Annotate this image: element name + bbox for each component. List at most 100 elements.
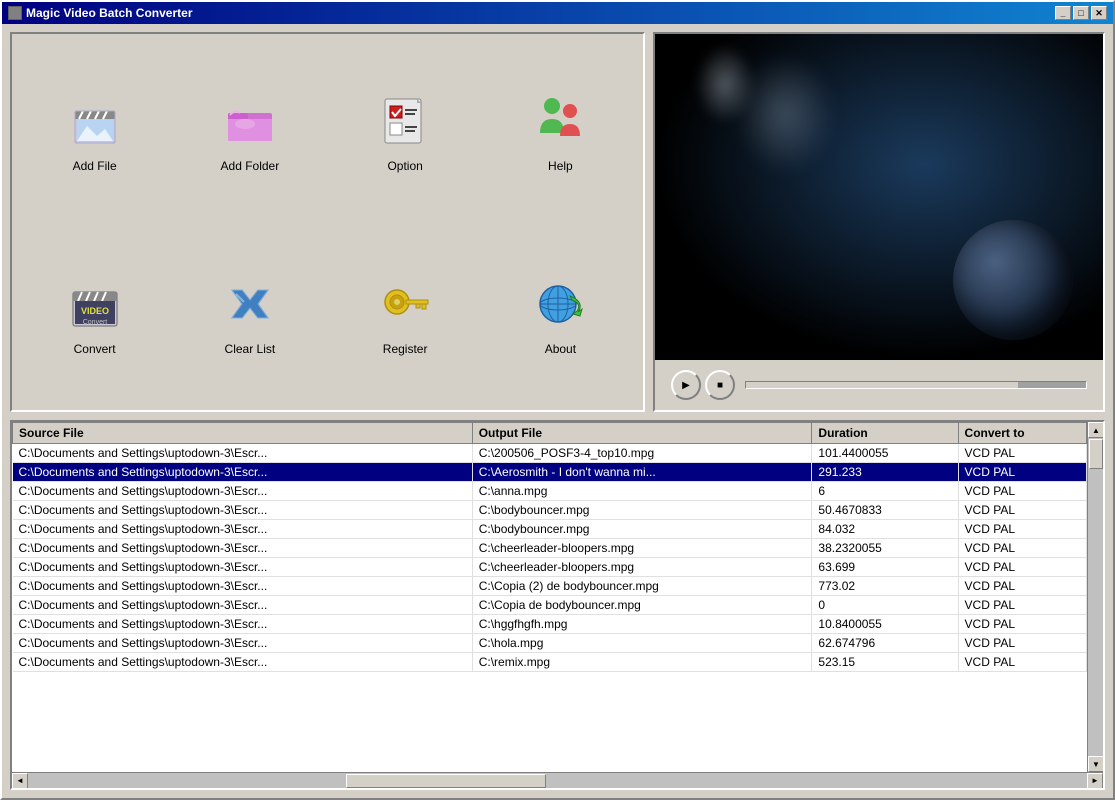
cell-duration: 62.674796 xyxy=(812,634,958,653)
help-button[interactable]: Help xyxy=(520,81,600,181)
cell-source: C:\Documents and Settings\uptodown-3\Esc… xyxy=(13,520,473,539)
cell-source: C:\Documents and Settings\uptodown-3\Esc… xyxy=(13,463,473,482)
table-row[interactable]: C:\Documents and Settings\uptodown-3\Esc… xyxy=(13,501,1087,520)
convert-label: Convert xyxy=(74,342,116,356)
cell-source: C:\Documents and Settings\uptodown-3\Esc… xyxy=(13,558,473,577)
stop-button[interactable]: ■ xyxy=(705,370,735,400)
cell-output: C:\anna.mpg xyxy=(472,482,812,501)
svg-text:Convert: Convert xyxy=(82,319,107,326)
cell-duration: 63.699 xyxy=(812,558,958,577)
play-button[interactable]: ▶ xyxy=(671,370,701,400)
cell-output: C:\bodybouncer.mpg xyxy=(472,520,812,539)
option-button[interactable]: Option xyxy=(365,81,445,181)
table-row[interactable]: C:\Documents and Settings\uptodown-3\Esc… xyxy=(13,653,1087,672)
register-button[interactable]: Register xyxy=(365,264,445,364)
window-title: Magic Video Batch Converter xyxy=(26,6,193,20)
cell-duration: 50.4670833 xyxy=(812,501,958,520)
cell-convert: VCD PAL xyxy=(958,482,1086,501)
cell-output: C:\200506_POSF3-4_top10.mpg xyxy=(472,444,812,463)
scroll-left-button[interactable]: ◄ xyxy=(12,773,28,789)
maximize-button[interactable]: □ xyxy=(1073,6,1089,20)
table-row[interactable]: C:\Documents and Settings\uptodown-3\Esc… xyxy=(13,520,1087,539)
cell-convert: VCD PAL xyxy=(958,615,1086,634)
cell-duration: 291.233 xyxy=(812,463,958,482)
clear-list-label: Clear List xyxy=(225,342,276,356)
cell-duration: 10.8400055 xyxy=(812,615,958,634)
table-row[interactable]: C:\Documents and Settings\uptodown-3\Esc… xyxy=(13,634,1087,653)
option-icon xyxy=(373,89,437,153)
cell-output: C:\hola.mpg xyxy=(472,634,812,653)
cell-output: C:\hggfhgfh.mpg xyxy=(472,615,812,634)
scroll-track-v[interactable] xyxy=(1088,438,1103,756)
cell-duration: 0 xyxy=(812,596,958,615)
main-content: Add File xyxy=(2,24,1113,798)
title-bar-left: Magic Video Batch Converter xyxy=(8,6,193,20)
vertical-scrollbar[interactable]: ▲ ▼ xyxy=(1087,422,1103,772)
scroll-right-button[interactable]: ► xyxy=(1087,773,1103,789)
add-folder-icon xyxy=(218,89,282,153)
preview-panel: ▶ ■ xyxy=(653,32,1105,412)
top-section: Add File xyxy=(10,32,1105,412)
cell-convert: VCD PAL xyxy=(958,520,1086,539)
add-file-label: Add File xyxy=(73,159,117,173)
option-label: Option xyxy=(387,159,422,173)
cell-duration: 84.032 xyxy=(812,520,958,539)
file-table-container[interactable]: Source File Output File Duration Convert… xyxy=(12,422,1087,772)
controls-bar: ▶ ■ xyxy=(655,360,1103,410)
help-label: Help xyxy=(548,159,573,173)
convert-button[interactable]: VIDEO Convert Convert xyxy=(55,264,135,364)
cell-convert: VCD PAL xyxy=(958,539,1086,558)
cell-duration: 523.15 xyxy=(812,653,958,672)
add-folder-label: Add Folder xyxy=(221,159,280,173)
table-row[interactable]: C:\Documents and Settings\uptodown-3\Esc… xyxy=(13,596,1087,615)
scroll-thumb-v[interactable] xyxy=(1089,439,1103,469)
scroll-down-button[interactable]: ▼ xyxy=(1088,756,1103,772)
cell-output: C:\Copia de bodybouncer.mpg xyxy=(472,596,812,615)
table-row[interactable]: C:\Documents and Settings\uptodown-3\Esc… xyxy=(13,444,1087,463)
scroll-track-h[interactable] xyxy=(28,773,1087,788)
col-source: Source File xyxy=(13,423,473,444)
about-button[interactable]: About xyxy=(520,264,600,364)
convert-icon: VIDEO Convert xyxy=(63,272,127,336)
add-folder-button[interactable]: Add Folder xyxy=(210,81,290,181)
cell-convert: VCD PAL xyxy=(958,558,1086,577)
about-label: About xyxy=(545,342,576,356)
title-bar: Magic Video Batch Converter _ □ ✕ xyxy=(2,2,1113,24)
scroll-thumb-h[interactable] xyxy=(346,774,546,788)
cell-convert: VCD PAL xyxy=(958,596,1086,615)
file-table: Source File Output File Duration Convert… xyxy=(12,422,1087,672)
table-row[interactable]: C:\Documents and Settings\uptodown-3\Esc… xyxy=(13,539,1087,558)
cell-duration: 38.2320055 xyxy=(812,539,958,558)
title-buttons: _ □ ✕ xyxy=(1055,6,1107,20)
file-list-section: Source File Output File Duration Convert… xyxy=(10,420,1105,790)
progress-fill xyxy=(746,382,1018,388)
table-row[interactable]: C:\Documents and Settings\uptodown-3\Esc… xyxy=(13,558,1087,577)
cell-source: C:\Documents and Settings\uptodown-3\Esc… xyxy=(13,539,473,558)
cell-source: C:\Documents and Settings\uptodown-3\Esc… xyxy=(13,482,473,501)
cell-source: C:\Documents and Settings\uptodown-3\Esc… xyxy=(13,634,473,653)
cell-duration: 101.4400055 xyxy=(812,444,958,463)
cell-duration: 773.02 xyxy=(812,577,958,596)
table-row[interactable]: C:\Documents and Settings\uptodown-3\Esc… xyxy=(13,463,1087,482)
clear-list-button[interactable]: Clear List xyxy=(210,264,290,364)
cell-output: C:\remix.mpg xyxy=(472,653,812,672)
col-output: Output File xyxy=(472,423,812,444)
table-row[interactable]: C:\Documents and Settings\uptodown-3\Esc… xyxy=(13,615,1087,634)
cell-source: C:\Documents and Settings\uptodown-3\Esc… xyxy=(13,596,473,615)
close-button[interactable]: ✕ xyxy=(1091,6,1107,20)
add-file-button[interactable]: Add File xyxy=(55,81,135,181)
scroll-up-button[interactable]: ▲ xyxy=(1088,422,1103,438)
video-preview-image xyxy=(655,34,1103,360)
minimize-button[interactable]: _ xyxy=(1055,6,1071,20)
table-row[interactable]: C:\Documents and Settings\uptodown-3\Esc… xyxy=(13,577,1087,596)
register-label: Register xyxy=(383,342,428,356)
horizontal-scrollbar[interactable]: ◄ ► xyxy=(12,772,1103,788)
cell-convert: VCD PAL xyxy=(958,653,1086,672)
svg-text:VIDEO: VIDEO xyxy=(81,306,109,316)
register-icon xyxy=(373,272,437,336)
window-icon xyxy=(8,6,22,20)
table-row[interactable]: C:\Documents and Settings\uptodown-3\Esc… xyxy=(13,482,1087,501)
progress-bar[interactable] xyxy=(745,381,1087,389)
cell-output: C:\Aerosmith - I don't wanna mi... xyxy=(472,463,812,482)
play-controls: ▶ ■ xyxy=(671,370,735,400)
